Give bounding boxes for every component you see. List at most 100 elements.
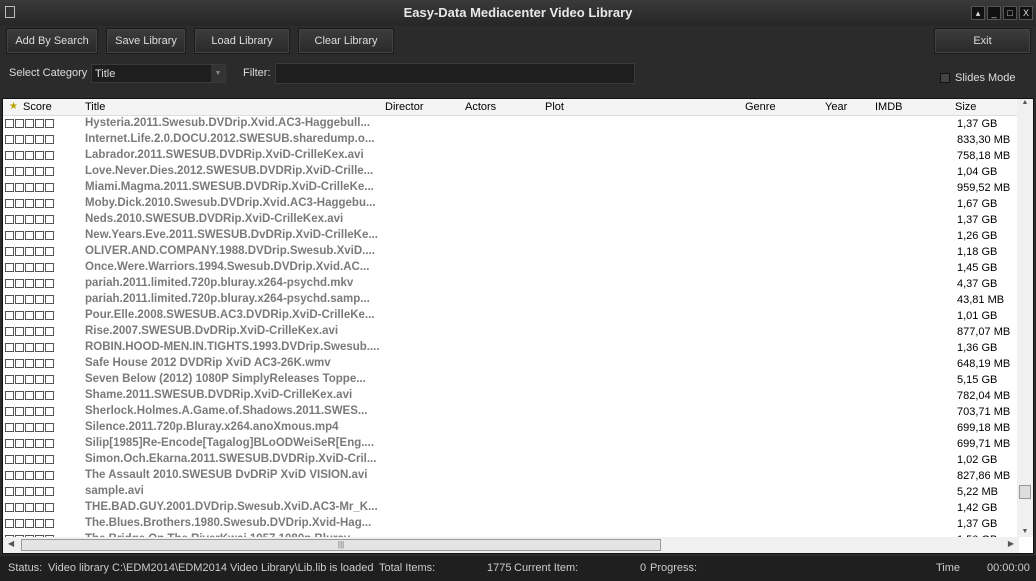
category-select[interactable]: Title ▼ [91, 64, 226, 83]
column-year[interactable]: Year [825, 101, 847, 113]
empty-star-icon[interactable] [5, 279, 14, 288]
empty-star-icon[interactable] [5, 151, 14, 160]
vertical-scroll-thumb[interactable] [1019, 485, 1031, 499]
empty-star-icon[interactable] [5, 327, 14, 336]
empty-star-icon[interactable] [35, 343, 44, 352]
score-stars[interactable] [5, 439, 54, 448]
empty-star-icon[interactable] [35, 183, 44, 192]
score-stars[interactable] [5, 199, 54, 208]
score-stars[interactable] [5, 151, 54, 160]
score-stars[interactable] [5, 311, 54, 320]
maximize-button[interactable]: □ [1003, 6, 1017, 20]
rollup-button[interactable]: ▴ [971, 6, 985, 20]
score-stars[interactable] [5, 519, 54, 528]
empty-star-icon[interactable] [15, 119, 24, 128]
empty-star-icon[interactable] [25, 375, 34, 384]
empty-star-icon[interactable] [45, 327, 54, 336]
empty-star-icon[interactable] [25, 311, 34, 320]
column-genre[interactable]: Genre [745, 101, 776, 113]
table-row[interactable]: Moby.Dick.2010.Swesub.DVDrip.Xvid.AC3-Ha… [3, 196, 1019, 212]
empty-star-icon[interactable] [35, 471, 44, 480]
empty-star-icon[interactable] [15, 167, 24, 176]
empty-star-icon[interactable] [15, 135, 24, 144]
column-actors[interactable]: Actors [465, 101, 496, 113]
table-row[interactable]: Hysteria.2011.Swesub.DVDrip.Xvid.AC3-Hag… [3, 116, 1019, 132]
empty-star-icon[interactable] [45, 343, 54, 352]
empty-star-icon[interactable] [35, 439, 44, 448]
empty-star-icon[interactable] [5, 263, 14, 272]
empty-star-icon[interactable] [5, 391, 14, 400]
empty-star-icon[interactable] [45, 311, 54, 320]
table-row[interactable]: Rise.2007.SWESUB.DvDRip.XviD-CrilleKex.a… [3, 324, 1019, 340]
empty-star-icon[interactable] [5, 311, 14, 320]
empty-star-icon[interactable] [15, 439, 24, 448]
exit-button[interactable]: Exit [934, 28, 1031, 54]
empty-star-icon[interactable] [15, 199, 24, 208]
table-row[interactable]: Once.Were.Warriors.1994.Swesub.DVDrip.Xv… [3, 260, 1019, 276]
score-stars[interactable] [5, 263, 54, 272]
empty-star-icon[interactable] [25, 247, 34, 256]
empty-star-icon[interactable] [5, 343, 14, 352]
scroll-up-icon[interactable]: ▲ [1017, 99, 1033, 106]
empty-star-icon[interactable] [35, 359, 44, 368]
score-stars[interactable] [5, 471, 54, 480]
scroll-right-icon[interactable]: ▶ [1008, 539, 1014, 548]
score-stars[interactable] [5, 487, 54, 496]
column-title[interactable]: Title [85, 101, 105, 113]
empty-star-icon[interactable] [45, 455, 54, 464]
empty-star-icon[interactable] [25, 391, 34, 400]
empty-star-icon[interactable] [5, 167, 14, 176]
empty-star-icon[interactable] [35, 263, 44, 272]
score-stars[interactable] [5, 231, 54, 240]
empty-star-icon[interactable] [35, 151, 44, 160]
table-row[interactable]: sample.avi 5,22 MB [3, 484, 1019, 500]
table-row[interactable]: ROBIN.HOOD-MEN.IN.TIGHTS.1993.DVDrip.Swe… [3, 340, 1019, 356]
column-plot[interactable]: Plot [545, 101, 564, 113]
score-stars[interactable] [5, 455, 54, 464]
empty-star-icon[interactable] [45, 135, 54, 144]
minimize-button[interactable]: _ [987, 6, 1001, 20]
empty-star-icon[interactable] [25, 231, 34, 240]
empty-star-icon[interactable] [5, 519, 14, 528]
empty-star-icon[interactable] [5, 295, 14, 304]
column-director[interactable]: Director [385, 101, 424, 113]
table-row[interactable]: Love.Never.Dies.2012.SWESUB.DVDRip.XviD-… [3, 164, 1019, 180]
add-by-search-button[interactable]: Add By Search [6, 28, 98, 54]
empty-star-icon[interactable] [15, 503, 24, 512]
empty-star-icon[interactable] [25, 343, 34, 352]
table-row[interactable]: The.Blues.Brothers.1980.Swesub.DVDrip.Xv… [3, 516, 1019, 532]
empty-star-icon[interactable] [15, 295, 24, 304]
empty-star-icon[interactable] [15, 471, 24, 480]
empty-star-icon[interactable] [15, 215, 24, 224]
empty-star-icon[interactable] [35, 423, 44, 432]
empty-star-icon[interactable] [45, 183, 54, 192]
score-stars[interactable] [5, 215, 54, 224]
empty-star-icon[interactable] [45, 263, 54, 272]
empty-star-icon[interactable] [35, 135, 44, 144]
table-row[interactable]: Safe House 2012 DVDRip XviD AC3-26K.wmv 6… [3, 356, 1019, 372]
empty-star-icon[interactable] [45, 247, 54, 256]
table-row[interactable]: THE.BAD.GUY.2001.DVDrip.Swesub.XviD.AC3-… [3, 500, 1019, 516]
table-row[interactable]: New.Years.Eve.2011.SWESUB.DvDRip.XviD-Cr… [3, 228, 1019, 244]
table-row[interactable]: Neds.2010.SWESUB.DVDRip.XviD-CrilleKex.a… [3, 212, 1019, 228]
empty-star-icon[interactable] [45, 407, 54, 416]
empty-star-icon[interactable] [15, 391, 24, 400]
empty-star-icon[interactable] [25, 151, 34, 160]
empty-star-icon[interactable] [15, 343, 24, 352]
empty-star-icon[interactable] [45, 423, 54, 432]
score-stars[interactable] [5, 295, 54, 304]
empty-star-icon[interactable] [25, 167, 34, 176]
empty-star-icon[interactable] [15, 231, 24, 240]
empty-star-icon[interactable] [15, 519, 24, 528]
empty-star-icon[interactable] [25, 263, 34, 272]
empty-star-icon[interactable] [5, 375, 14, 384]
empty-star-icon[interactable] [5, 407, 14, 416]
empty-star-icon[interactable] [25, 135, 34, 144]
empty-star-icon[interactable] [15, 375, 24, 384]
table-row[interactable]: The Assault 2010.SWESUB DvDRiP XviD VISI… [3, 468, 1019, 484]
table-row[interactable]: Miami.Magma.2011.SWESUB.DVDRip.XviD-Cril… [3, 180, 1019, 196]
empty-star-icon[interactable] [35, 519, 44, 528]
scroll-left-icon[interactable]: ◀ [8, 539, 14, 548]
empty-star-icon[interactable] [35, 407, 44, 416]
empty-star-icon[interactable] [5, 439, 14, 448]
